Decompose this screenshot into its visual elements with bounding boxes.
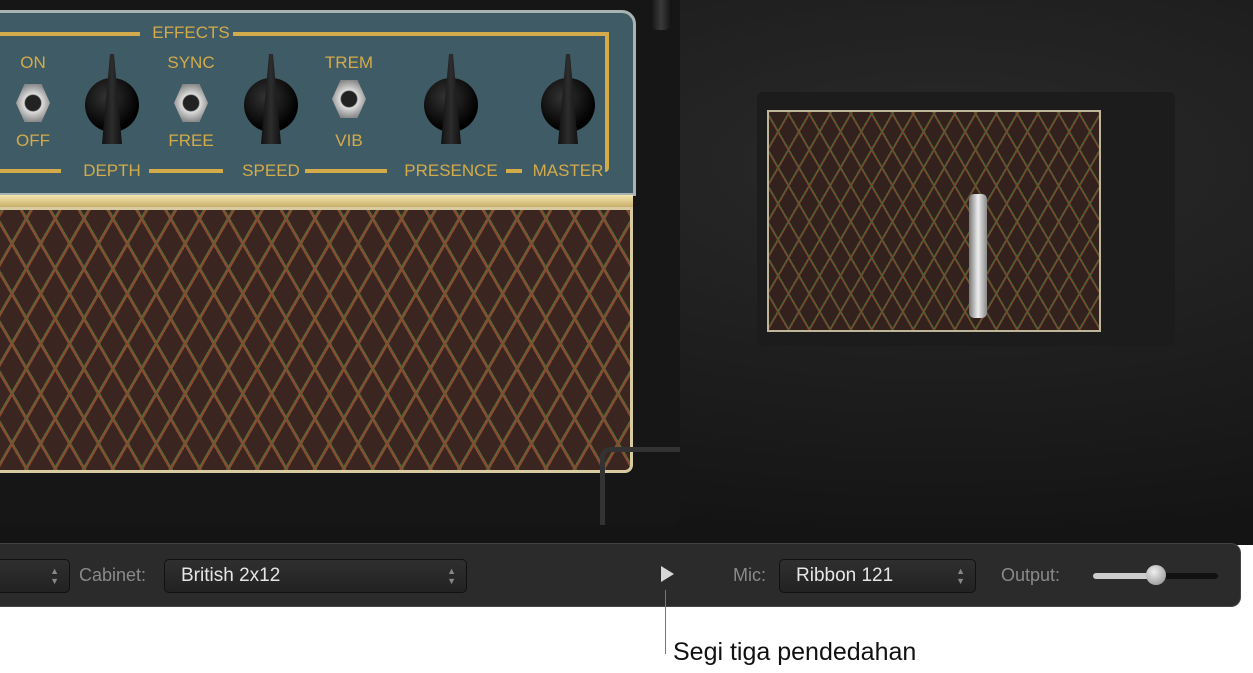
on-label: ON <box>20 53 46 72</box>
depth-knob[interactable] <box>85 78 139 132</box>
sync-free-toggle[interactable] <box>174 84 208 122</box>
annotation-leader-line <box>665 590 666 654</box>
depth-label: DEPTH <box>83 161 141 180</box>
output-label: Output: <box>1001 565 1061 585</box>
output-slider[interactable] <box>1093 565 1218 585</box>
on-off-toggle[interactable] <box>16 84 50 122</box>
amp-head: EFFECTS ON OFF SYNC FREE TREM VIB DEPTH … <box>0 0 680 525</box>
mic-value: Ribbon 121 <box>796 565 894 586</box>
microphone[interactable] <box>969 194 987 318</box>
cabinet-image <box>757 92 1175 346</box>
disclosure-triangle-icon[interactable] <box>661 566 674 582</box>
amp-grille <box>0 207 633 473</box>
mic-label: Mic: <box>733 565 766 585</box>
output-slider-thumb[interactable] <box>1145 565 1166 585</box>
up-down-arrows-icon: ▲ ▼ <box>50 566 59 586</box>
amp-model-popup[interactable]: ▲ ▼ <box>0 559 70 593</box>
up-down-arrows-icon: ▲ ▼ <box>956 566 965 586</box>
control-panel: EFFECTS ON OFF SYNC FREE TREM VIB DEPTH … <box>0 10 636 196</box>
speed-label: SPEED <box>242 161 300 180</box>
off-label: OFF <box>16 131 50 150</box>
vib-label: VIB <box>335 131 363 150</box>
cabinet-label: Cabinet: <box>79 565 147 585</box>
master-knob[interactable] <box>541 78 595 132</box>
mic-popup[interactable]: Ribbon 121 ▲ ▼ <box>779 559 976 593</box>
trem-vib-toggle[interactable] <box>332 80 366 118</box>
up-down-arrows-icon: ▲ ▼ <box>447 566 456 586</box>
presence-label: PRESENCE <box>404 161 498 180</box>
bottom-control-bar: ▲ ▼ Cabinet: British 2x12 ▲ ▼ Mic: Ribbon 1… <box>0 543 1241 607</box>
sync-label: SYNC <box>167 53 215 72</box>
corner-protector <box>600 447 680 525</box>
gold-trim <box>0 195 633 207</box>
cabinet-popup[interactable]: British 2x12 ▲ ▼ <box>164 559 467 593</box>
master-label: MASTER <box>532 161 604 180</box>
trem-label: TREM <box>324 53 374 72</box>
cabinet-grille <box>767 110 1101 332</box>
free-label: FREE <box>168 131 214 150</box>
speed-knob[interactable] <box>244 78 298 132</box>
amp-handle <box>650 0 672 30</box>
effects-label: EFFECTS <box>152 23 230 42</box>
annotation-label: Segi tiga pendedahan <box>673 638 917 666</box>
cabinet-value: British 2x12 <box>181 565 281 586</box>
presence-knob[interactable] <box>424 78 478 132</box>
amp-designer-view: EFFECTS ON OFF SYNC FREE TREM VIB DEPTH … <box>0 0 1253 545</box>
